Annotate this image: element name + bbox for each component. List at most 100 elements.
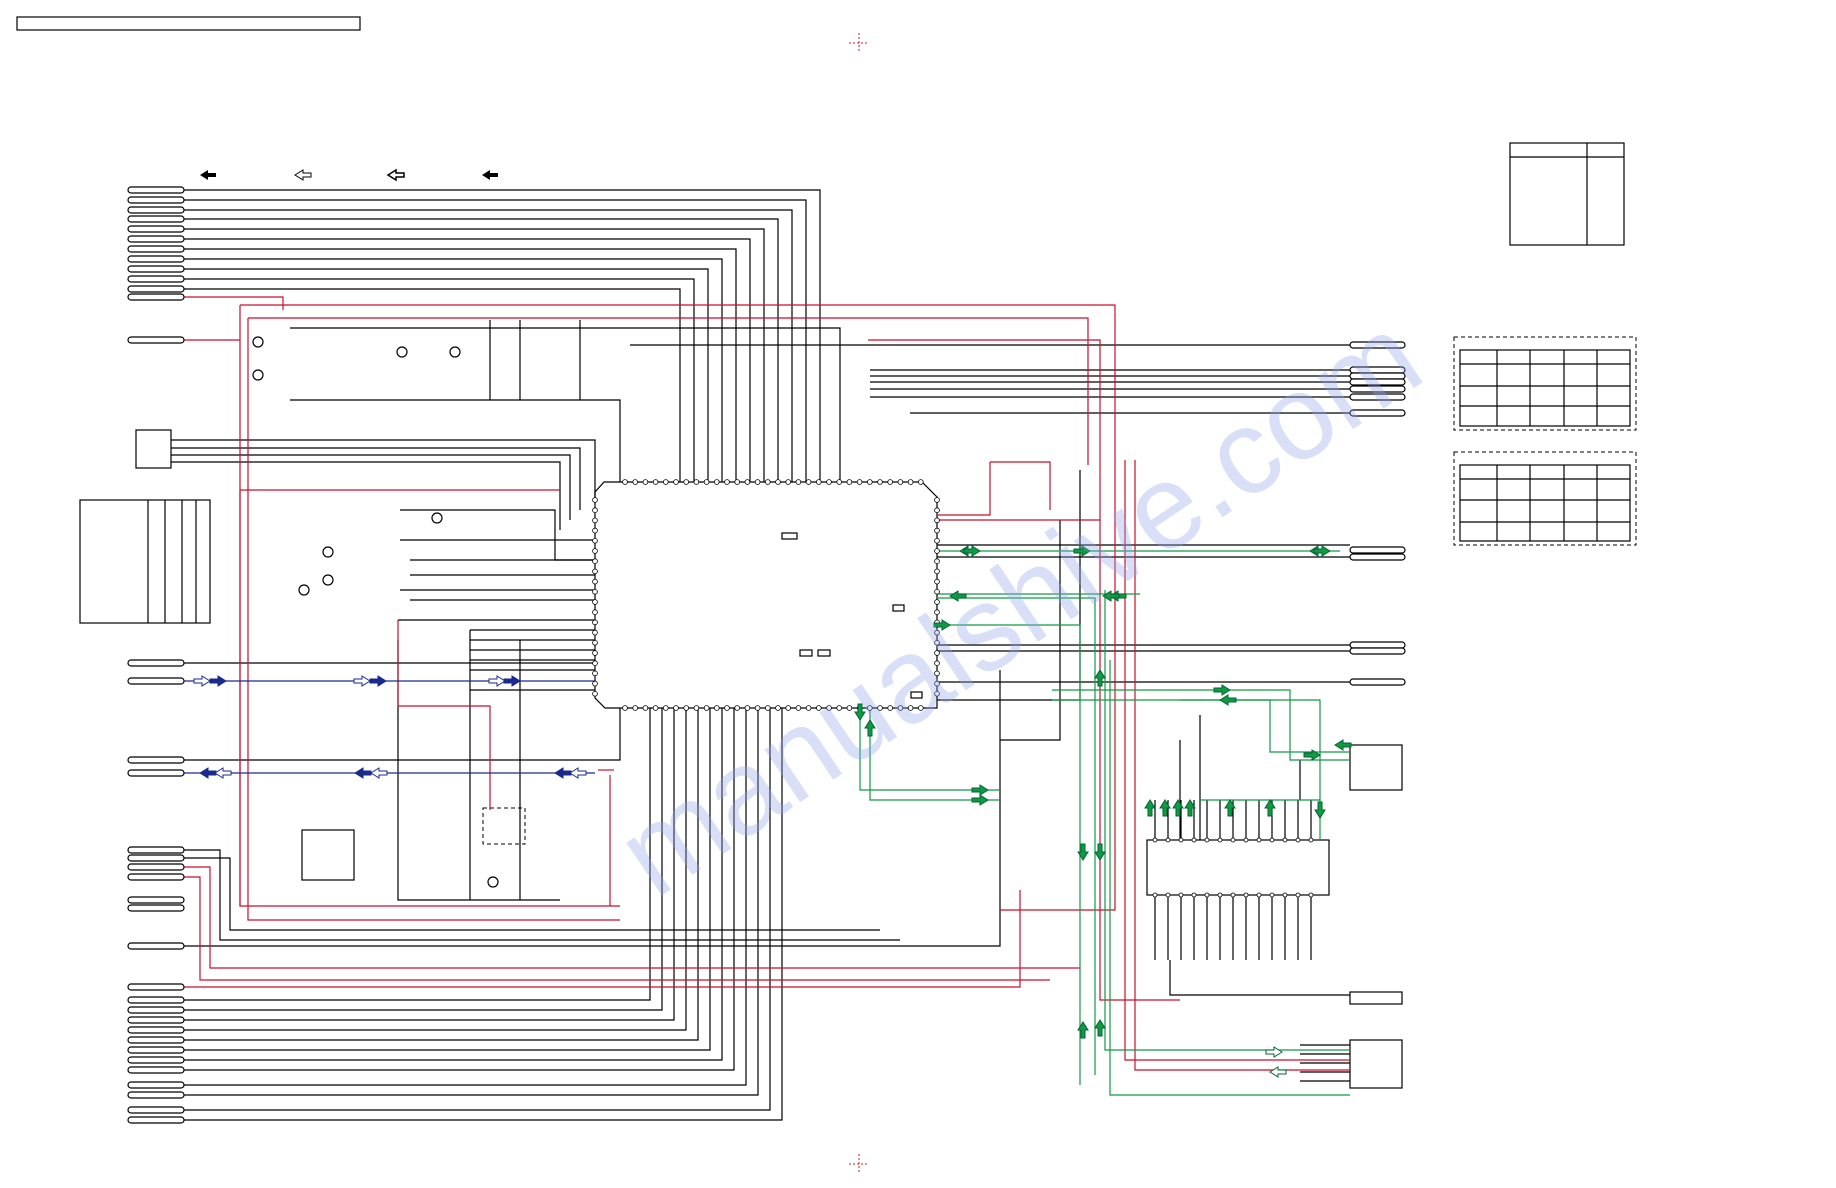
pin	[934, 527, 940, 534]
pin	[1165, 892, 1171, 898]
wire	[184, 248, 737, 482]
terminal-label	[127, 1026, 185, 1034]
pin	[887, 479, 893, 485]
wire	[184, 296, 284, 310]
pin	[1204, 837, 1210, 843]
pin	[734, 479, 740, 485]
terminal-label	[127, 1116, 185, 1124]
pin	[1191, 892, 1197, 898]
pin	[1295, 837, 1301, 843]
transistor-icon	[322, 546, 334, 558]
wire	[184, 876, 1050, 981]
arrow-icon	[214, 767, 232, 779]
wire	[1052, 699, 1350, 753]
arrow-icon	[1314, 801, 1326, 819]
terminal-label	[127, 1046, 185, 1054]
wire	[184, 866, 1080, 969]
wire	[184, 708, 675, 1021]
pin	[1165, 837, 1171, 843]
pin	[1217, 892, 1223, 898]
pin	[592, 568, 598, 575]
wire	[400, 509, 595, 561]
pin	[795, 479, 802, 485]
terminal-label	[127, 1036, 185, 1044]
arrow-icon	[209, 675, 227, 687]
wire	[290, 327, 841, 482]
pin	[703, 479, 710, 485]
wire	[1200, 799, 1321, 840]
pin	[713, 479, 720, 485]
connector-right-3	[1349, 1039, 1403, 1089]
arrow-icon	[1213, 684, 1231, 696]
pin	[1191, 837, 1197, 843]
terminal-label	[1349, 678, 1406, 686]
pin	[907, 479, 914, 485]
pin	[744, 479, 751, 485]
wire	[184, 708, 699, 1041]
arrow-icon	[199, 767, 217, 779]
terminal-label	[127, 206, 185, 214]
pin	[764, 479, 771, 485]
pin	[592, 629, 598, 636]
terminal-label	[127, 983, 185, 991]
terminal-label	[127, 896, 185, 904]
transistor-icon	[298, 584, 310, 596]
terminal-label	[1349, 546, 1406, 554]
wire	[184, 708, 723, 1061]
pin	[805, 479, 812, 485]
pin	[642, 479, 649, 485]
secondary-ic	[1146, 839, 1330, 896]
pin	[934, 507, 940, 514]
pin	[836, 479, 842, 485]
wire	[184, 209, 793, 482]
pin	[592, 670, 598, 677]
pin	[1282, 892, 1288, 898]
arrow-icon	[369, 675, 387, 687]
pin	[1217, 837, 1223, 843]
arrow-icon	[1334, 739, 1352, 751]
transistor-icon	[431, 512, 443, 524]
pin	[856, 479, 863, 485]
terminal-label	[127, 659, 185, 667]
pin	[934, 517, 940, 524]
pin	[592, 527, 598, 534]
wire	[184, 708, 687, 1031]
arrow-icon	[1265, 1046, 1283, 1058]
pin	[642, 705, 649, 711]
arrow-icon	[294, 169, 312, 181]
pin	[1269, 837, 1275, 843]
mode-table-1	[1453, 336, 1637, 431]
wire	[937, 462, 991, 516]
pin	[683, 705, 689, 711]
pin	[592, 548, 598, 554]
terminal-label	[127, 904, 185, 912]
wire	[184, 708, 711, 1051]
pin	[713, 705, 720, 711]
mode-table-2	[1453, 451, 1637, 546]
wire	[184, 189, 821, 482]
terminal-label	[127, 854, 185, 862]
wire	[171, 447, 581, 510]
pin	[1282, 837, 1288, 843]
terminal-label	[127, 275, 185, 283]
pin	[1243, 837, 1249, 843]
blue-wires	[184, 680, 595, 774]
pin	[846, 479, 853, 485]
arrow-icon	[1264, 799, 1276, 817]
arrow-icon	[370, 767, 388, 779]
pin	[673, 479, 679, 485]
pin	[673, 705, 679, 711]
pin	[724, 479, 730, 485]
pin	[934, 537, 940, 544]
wire	[171, 461, 561, 530]
pin	[592, 639, 598, 646]
pin	[592, 599, 598, 605]
arrow-icon	[1094, 843, 1106, 861]
pin	[724, 705, 730, 711]
wire	[171, 439, 596, 500]
pin	[877, 479, 883, 485]
pin	[592, 517, 598, 524]
pin	[785, 479, 791, 485]
terminal-label	[127, 186, 185, 194]
wire	[184, 890, 1021, 988]
